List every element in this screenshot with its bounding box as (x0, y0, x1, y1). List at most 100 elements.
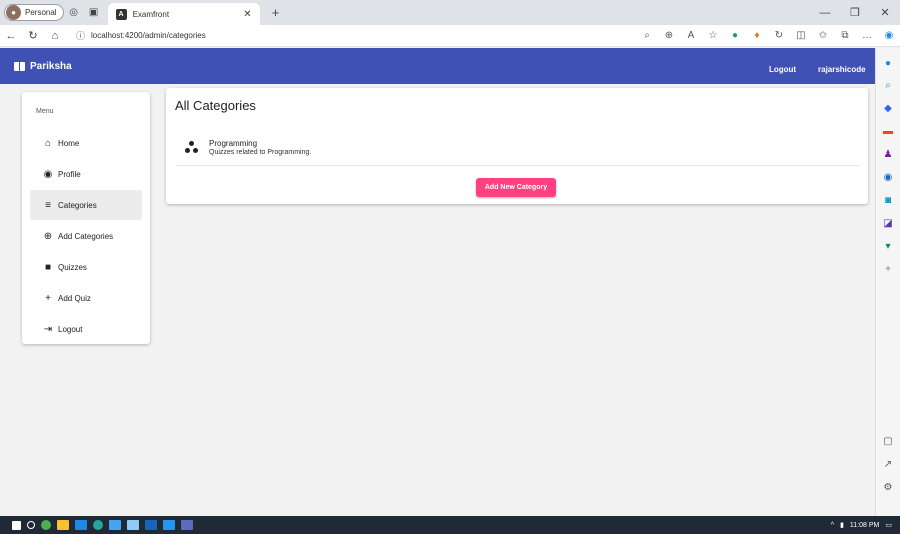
book-icon (14, 61, 25, 71)
shopping-tag-icon[interactable]: ◆ (881, 101, 895, 115)
sidebar-item-label: Categories (58, 200, 97, 210)
split-screen-icon[interactable]: ◫ (790, 25, 812, 47)
search-taskbar-icon[interactable] (27, 521, 35, 529)
zoom-icon[interactable]: ⊕ (658, 25, 680, 47)
settings-gear-icon[interactable]: ⚙ (881, 480, 895, 494)
close-tab-icon[interactable]: ✕ (243, 9, 251, 20)
search-page-icon[interactable]: ⌕ (636, 25, 658, 47)
home-icon: ⌂ (44, 137, 52, 149)
office-icon[interactable]: ◉ (881, 170, 895, 184)
window-controls: — ❐ ✕ (810, 0, 900, 25)
browser-tab-strip: ● Personal ◎ ▣ A Examfront ✕ + — ❐ ✕ (0, 0, 900, 25)
external-link-icon[interactable]: ↗ (881, 457, 895, 471)
tab-actions-icon[interactable]: ▣ (84, 3, 104, 23)
system-tray: ^ ▮ 11:08 PM ▭ (825, 516, 892, 534)
minimize-icon[interactable]: — (810, 0, 840, 25)
plus-icon: + (45, 292, 51, 304)
address-bar-row: ← ↻ ⌂ ⓘ localhost:4200/admin/categories … (0, 25, 900, 47)
sidebar-item-home[interactable]: ⌂ Home (30, 128, 142, 158)
edge-taskbar-icon[interactable] (93, 520, 103, 530)
account-circle-icon: ◉ (43, 168, 53, 180)
store-taskbar-icon[interactable] (75, 520, 87, 530)
add-new-category-button[interactable]: Add New Category (476, 178, 556, 197)
browser-toolbar-icons: ⌕ ⊕ A ☆ ● ♦ ↻ ◫ ✩ ⧉ … ◉ (636, 25, 900, 47)
app-taskbar-icon[interactable] (109, 520, 121, 530)
category-description: Quizzes related to Programming. (209, 149, 312, 156)
avatar: ● (6, 5, 21, 20)
favorites-icon[interactable]: ✩ (812, 25, 834, 47)
bell-icon[interactable]: ● (881, 56, 895, 70)
list-icon: ≡ (45, 199, 51, 211)
notification-icon[interactable]: ▭ (885, 521, 892, 529)
profile-label: Personal (25, 8, 57, 17)
browser-tab-examfront[interactable]: A Examfront ✕ (107, 3, 260, 25)
more-menu-icon[interactable]: … (856, 25, 878, 47)
app-viewport: Menu ⌂ Home ◉ Profile ≡ Categories ⊕ Add… (0, 84, 875, 516)
outlook-icon[interactable]: ◙ (881, 193, 895, 207)
notes-taskbar-icon[interactable] (127, 520, 139, 530)
sidebar-item-label: Add Quiz (58, 293, 91, 303)
sidebar-item-label: Logout (58, 324, 83, 334)
edge-sidebar: ● ⌕ ◆ ▬ ♟ ◉ ◙ ◪ ▾ + ▢ ↗ ⚙ (875, 48, 900, 516)
chrome-taskbar-icon[interactable] (41, 520, 51, 530)
list-item[interactable]: Programming Quizzes related to Programmi… (175, 130, 859, 166)
copilot-icon[interactable]: ◉ (878, 25, 900, 47)
category-texts: Programming Quizzes related to Programmi… (209, 139, 311, 156)
close-window-icon[interactable]: ✕ (870, 0, 900, 25)
tab-title: Examfront (132, 9, 170, 19)
sidebar-item-categories[interactable]: ≡ Categories (30, 190, 142, 220)
app-toolbar: Pariksha Logout rajarshicode (0, 48, 875, 84)
new-tab-button[interactable]: + (266, 3, 286, 23)
chevron-up-icon[interactable]: ^ (831, 522, 834, 529)
vscode-taskbar-icon[interactable] (163, 520, 175, 530)
photos-taskbar-icon[interactable] (181, 520, 193, 530)
library-books-icon: ■ (44, 261, 52, 273)
sidebar-item-logout[interactable]: ⇥ Logout (30, 314, 142, 344)
profile-button[interactable]: ● Personal (4, 4, 64, 21)
logout-icon: ⇥ (43, 323, 53, 335)
clock-time[interactable]: 11:08 PM (850, 522, 879, 529)
workspaces-icon[interactable]: ◎ (64, 3, 84, 23)
site-info-icon[interactable]: ⓘ (76, 29, 85, 42)
username-button[interactable]: rajarshicode (812, 61, 872, 78)
restore-icon[interactable]: ❐ (840, 0, 870, 25)
sidebar-layout-icon[interactable]: ▢ (881, 434, 895, 448)
sidebar-item-quizzes[interactable]: ■ Quizzes (30, 252, 142, 282)
extension-green-icon[interactable]: ● (724, 25, 746, 47)
category-icon (184, 140, 200, 156)
extension-w-icon[interactable]: ▾ (881, 239, 895, 253)
windows-start-icon[interactable] (12, 520, 21, 530)
sidebar-item-add-quiz[interactable]: + Add Quiz (30, 283, 142, 313)
sidebar-menu: Menu ⌂ Home ◉ Profile ≡ Categories ⊕ Add… (22, 92, 150, 344)
sidebar-item-label: Quizzes (58, 262, 87, 272)
back-icon[interactable]: ← (0, 25, 22, 47)
files-taskbar-icon[interactable] (57, 520, 69, 530)
search-icon[interactable]: ⌕ (881, 78, 895, 92)
angular-favicon-icon: A (115, 8, 127, 20)
network-icon[interactable]: ▮ (840, 521, 844, 529)
url-field[interactable]: ⓘ localhost:4200/admin/categories (70, 27, 630, 45)
toolbox-icon[interactable]: ▬ (881, 124, 895, 138)
extension-fox-icon[interactable]: ♦ (746, 25, 768, 47)
url-text: localhost:4200/admin/categories (91, 31, 206, 40)
favorite-star-icon[interactable]: ☆ (702, 25, 724, 47)
read-aloud-icon[interactable]: A (680, 25, 702, 47)
category-title: Programming (209, 139, 258, 148)
add-circle-icon: ⊕ (43, 230, 53, 242)
home-browser-icon[interactable]: ⌂ (44, 25, 66, 47)
categories-card: All Categories Programming Quizzes relat… (166, 88, 868, 204)
sidebar-item-add-categories[interactable]: ⊕ Add Categories (30, 221, 142, 251)
os-taskbar: ^ ▮ 11:08 PM ▭ (0, 516, 900, 534)
logout-button[interactable]: Logout (763, 61, 802, 78)
sidebar-item-label: Add Categories (58, 231, 114, 241)
add-sidebar-icon[interactable]: + (881, 262, 895, 276)
refresh-icon[interactable]: ↻ (22, 25, 44, 47)
sidebar-item-label: Home (58, 138, 80, 148)
sidebar-item-profile[interactable]: ◉ Profile (30, 159, 142, 189)
refresh-extension-icon[interactable]: ↻ (768, 25, 790, 47)
word-taskbar-icon[interactable] (145, 520, 157, 530)
designer-icon[interactable]: ◪ (881, 216, 895, 230)
brand[interactable]: Pariksha (14, 61, 72, 72)
collections-icon[interactable]: ⧉ (834, 25, 856, 47)
games-icon[interactable]: ♟ (881, 147, 895, 161)
